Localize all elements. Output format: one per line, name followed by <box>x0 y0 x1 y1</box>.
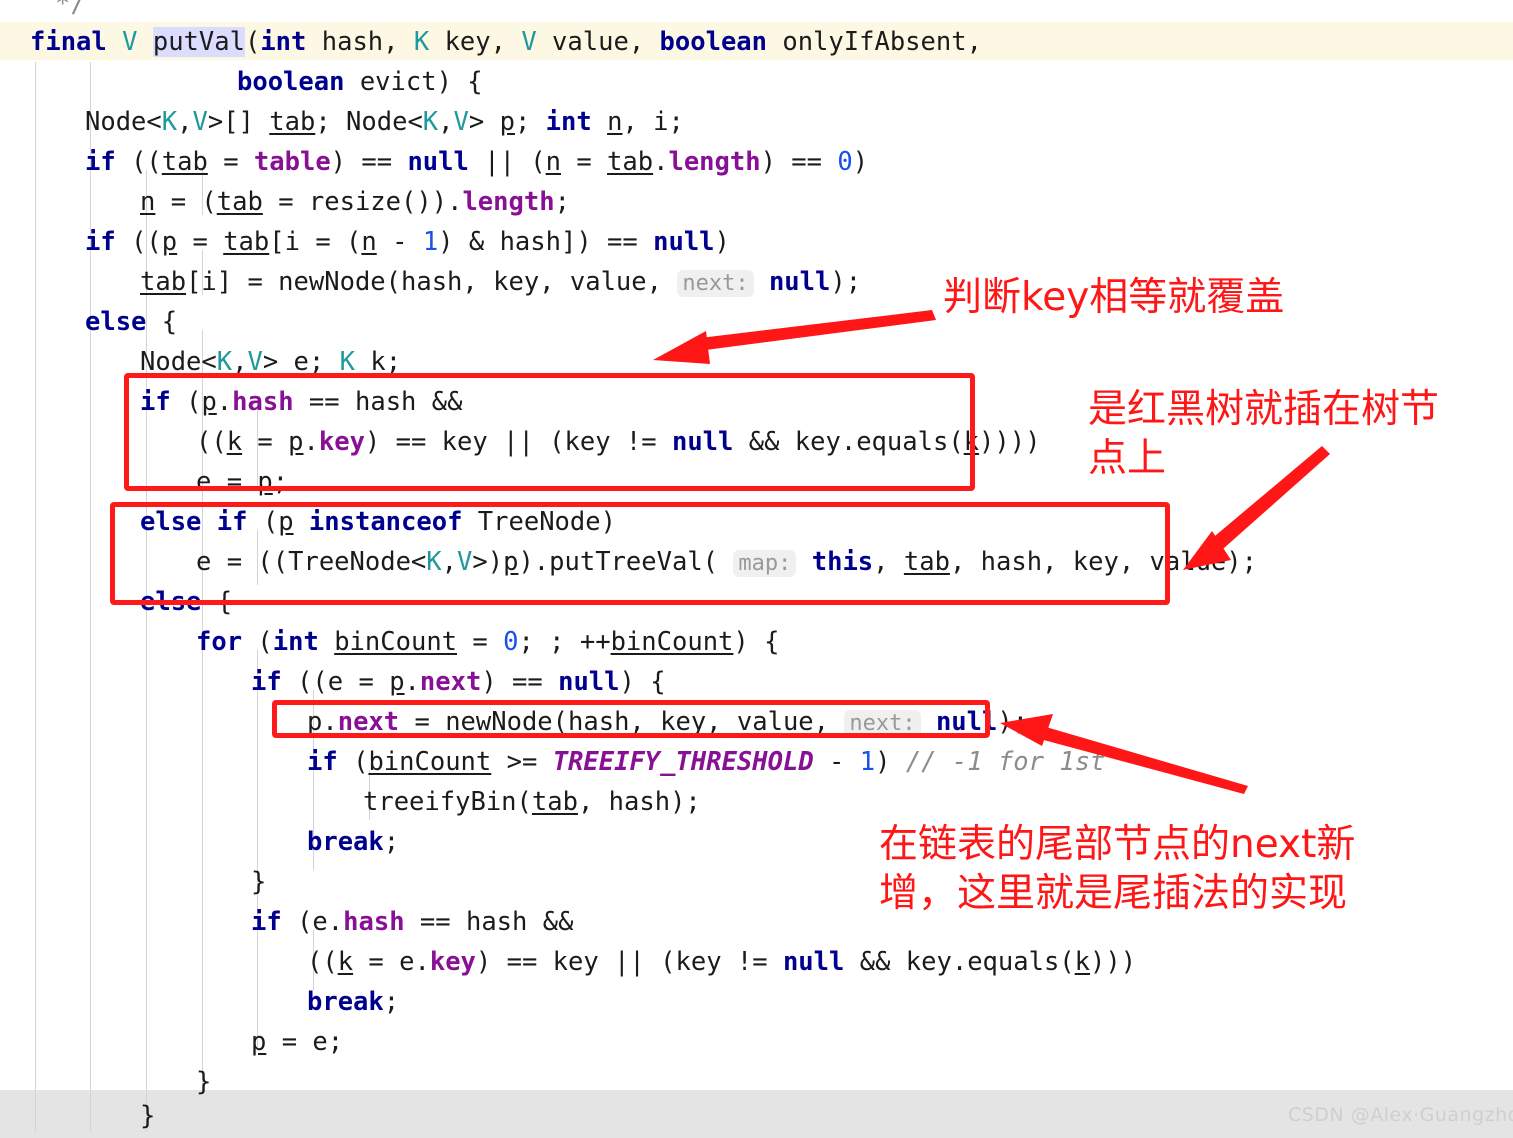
code-line-9[interactable]: Node<K,V> e; K k; <box>0 342 1513 382</box>
code-line-20[interactable]: treeifyBin(tab, hash); <box>0 782 1513 822</box>
code-line-12[interactable]: e = p; <box>0 462 1513 502</box>
screenshot-root: */ final V putVal(int hash, K key, V val… <box>0 0 1513 1138</box>
code-line-21[interactable]: break; <box>0 822 1513 862</box>
code-line-13[interactable]: else if (p instanceof TreeNode) <box>0 502 1513 542</box>
code-line-3[interactable]: Node<K,V>[] tab; Node<K,V> p; int n, i; <box>0 102 1513 142</box>
inlay-hint-next-2: next: <box>844 710 921 737</box>
code-line-24[interactable]: ((k = e.key) == key || (key != null && k… <box>0 942 1513 982</box>
code-line-18[interactable]: p.next = newNode(hash, key, value, next:… <box>0 702 1513 742</box>
code-line-5[interactable]: n = (tab = resize()).length; <box>0 182 1513 222</box>
code-line-10[interactable]: if (p.hash == hash && <box>0 382 1513 422</box>
code-line-28[interactable]: } <box>0 1096 1513 1136</box>
csdn-watermark: CSDN @Alex·Guangzhou <box>1288 1104 1513 1126</box>
code-line-8[interactable]: else { <box>0 302 1513 342</box>
code-line-17[interactable]: if ((e = p.next) == null) { <box>0 662 1513 702</box>
code-line-2[interactable]: boolean evict) { <box>0 62 1513 102</box>
code-line-16[interactable]: for (int binCount = 0; ; ++binCount) { <box>0 622 1513 662</box>
code-line-1[interactable]: final V putVal(int hash, K key, V value,… <box>0 22 1513 62</box>
code-editor-surface[interactable]: */ final V putVal(int hash, K key, V val… <box>0 0 1513 1138</box>
code-line-22[interactable]: } <box>0 862 1513 902</box>
inlay-hint-map: map: <box>733 550 797 577</box>
code-line-19[interactable]: if (binCount >= TREEIFY_THRESHOLD - 1) /… <box>0 742 1513 782</box>
code-line-15[interactable]: else { <box>0 582 1513 622</box>
code-line-23[interactable]: if (e.hash == hash && <box>0 902 1513 942</box>
code-line-7[interactable]: tab[i] = newNode(hash, key, value, next:… <box>0 262 1513 302</box>
code-line-4[interactable]: if ((tab = table) == null || (n = tab.le… <box>0 142 1513 182</box>
inlay-hint-next: next: <box>677 270 754 297</box>
code-line-6[interactable]: if ((p = tab[i = (n - 1) & hash]) == nul… <box>0 222 1513 262</box>
code-line-11[interactable]: ((k = p.key) == key || (key != null && k… <box>0 422 1513 462</box>
block-comment-tail: */ <box>55 0 86 19</box>
code-line-25[interactable]: break; <box>0 982 1513 1022</box>
code-line-26[interactable]: p = e; <box>0 1022 1513 1062</box>
code-line-14[interactable]: e = ((TreeNode<K,V>)p).putTreeVal( map: … <box>0 542 1513 582</box>
